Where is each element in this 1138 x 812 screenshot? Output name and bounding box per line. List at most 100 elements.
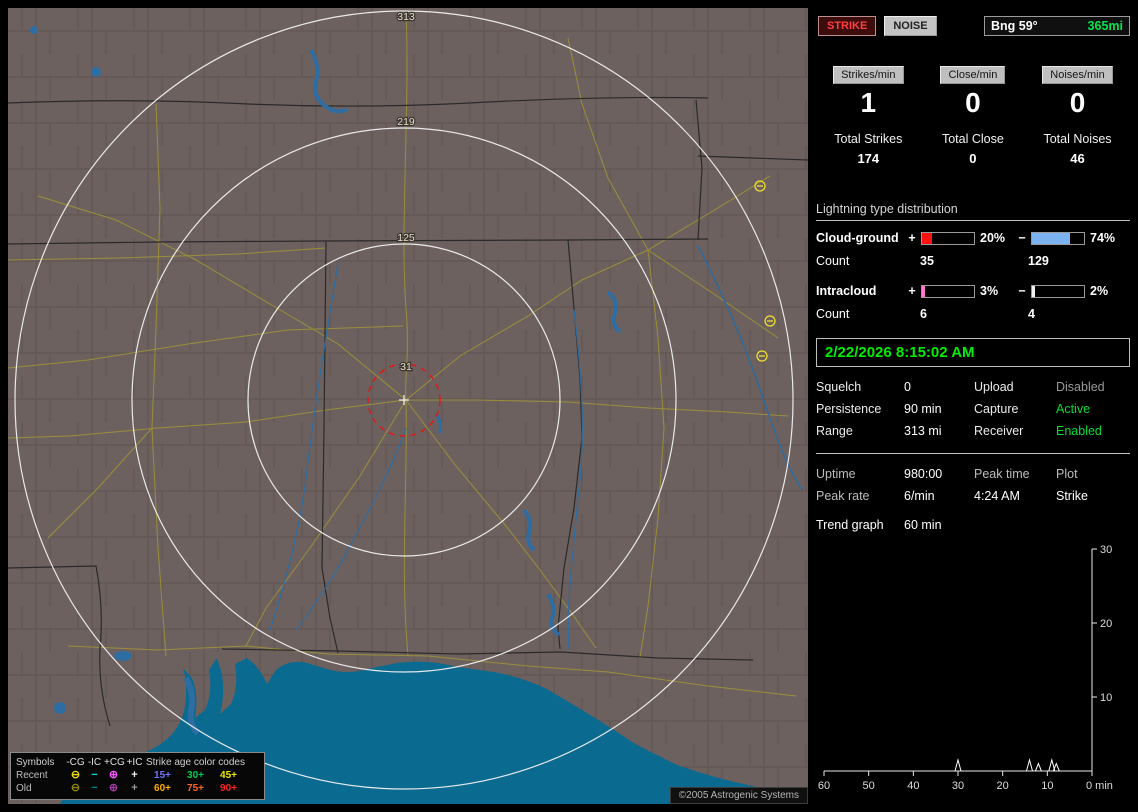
strikes-rate-column: Strikes/min 1 Total Strikes 174 [816,66,921,166]
ic-negative-bar [1031,284,1085,298]
receiver-status: Enabled [1056,424,1102,438]
neg-cg-recent-icon: ⊖ [70,769,81,781]
age-75: 75+ [187,783,204,794]
persistence-value: 90 min [904,402,942,416]
bearing-range: 365mi [1087,19,1123,33]
strikes-per-min-button[interactable]: Strikes/min [833,66,904,84]
pos-cg-recent-icon: ⊕ [108,769,119,781]
ring-label-125: 125 [397,232,415,244]
close-per-min-value: 0 [965,87,981,118]
svg-text:30: 30 [952,780,964,792]
cg-negative-count: 129 [1028,254,1049,268]
cloud-ground-label: Cloud-ground [816,231,899,245]
noises-rate-column: Noises/min 0 Total Noises 46 [1025,66,1130,166]
section-divider [816,453,1130,454]
range-label: Range [816,424,853,438]
svg-text:20: 20 [997,780,1009,792]
cg-negative-pct: 74% [1090,231,1116,245]
legend-col-ncg: -CG [66,757,85,768]
minus-sign: − [1018,284,1026,298]
radar-map[interactable]: 313 219 125 31 [8,8,808,804]
cg-count-row: Count 35 129 [816,254,1130,268]
peak-rate-value: 6/min [904,489,935,503]
uptime-grid: Uptime 980:00 Peak time Plot Peak rate 6… [816,467,1130,503]
age-30: 30+ [187,770,204,781]
copyright-text: ©2005 Astrogenic Systems [669,787,808,804]
minus-sign: − [1018,231,1026,245]
ic-negative-count: 4 [1028,307,1035,321]
neg-cg-old-icon: ⊖ [70,782,81,794]
svg-text:20: 20 [1100,618,1112,630]
svg-text:10: 10 [1041,780,1053,792]
cg-positive-bar-fill [922,232,933,244]
peak-time-value: 4:24 AM [974,489,1020,503]
symbols-legend: Symbols -CG -IC +CG +IC Strike age color… [10,752,265,800]
squelch-label: Squelch [816,380,862,394]
svg-text:10: 10 [1100,692,1112,704]
age-45: 45+ [220,770,237,781]
mode-controls: STRIKE NOISE Bng 59° 365mi [816,16,1130,36]
bearing-display: Bng 59° 365mi [984,16,1130,36]
age-90: 90+ [220,783,237,794]
ring-label-219: 219 [397,116,415,128]
total-noises-value: 46 [1070,151,1085,166]
cg-positive-pct: 20% [980,231,1006,245]
ic-positive-pct: 3% [980,284,999,298]
legend-col-nic: -IC [87,757,102,768]
legend-row-old-label: Old [16,783,32,794]
noises-per-min-button[interactable]: Noises/min [1042,66,1113,84]
age-15: 15+ [154,770,171,781]
intracloud-label: Intracloud [816,284,877,298]
upload-status: Disabled [1056,380,1105,394]
control-panel: STRIKE NOISE Bng 59° 365mi Strikes/min 1… [816,8,1130,804]
noises-per-min-value: 0 [1069,87,1086,118]
lightning-distribution-section: Lightning type distribution Cloud-ground… [816,202,1130,321]
trend-graph-window: 60 min [904,518,942,532]
svg-text:0 min: 0 min [1086,780,1113,792]
close-per-min-button[interactable]: Close/min [940,66,1006,84]
svg-text:50: 50 [863,780,875,792]
receiver-label: Receiver [974,424,1024,438]
total-strikes-label: Total Strikes [834,132,903,146]
ring-label-31: 31 [400,361,412,373]
pos-cg-old-icon: ⊕ [108,782,119,794]
plot-value: Strike [1056,489,1088,503]
strike-mode-button[interactable]: STRIKE [818,16,877,36]
range-value: 313 mi [904,424,942,438]
neg-ic-recent-icon: − [91,769,98,781]
map-area[interactable]: 313 219 125 31 Symbols -CG -IC +CG +IC S… [8,8,808,804]
noise-mode-button[interactable]: NOISE [884,16,937,36]
legend-symbols-header: Symbols [16,757,55,768]
total-strikes-value: 174 [857,151,880,166]
ic-negative-pct: 2% [1090,284,1109,298]
cg-count-label: Count [816,254,850,268]
neg-ic-old-icon: − [91,782,98,794]
persistence-label: Persistence [816,402,882,416]
squelch-value: 0 [904,380,911,394]
ring-label-313: 313 [397,11,415,23]
total-close-label: Total Close [941,132,1004,146]
total-noises-label: Total Noises [1043,132,1112,146]
datetime-display: 2/22/2026 8:15:02 AM [816,338,1130,367]
uptime-value: 980:00 [904,467,943,481]
status-grid: Squelch 0 Upload Disabled Persistence 90… [816,380,1130,438]
svg-text:60: 60 [818,780,830,792]
cg-positive-bar [921,231,975,245]
legend-col-pcg: +CG [104,757,125,768]
ic-negative-bar-fill [1032,285,1035,297]
cg-negative-bar-fill [1032,232,1071,244]
intracloud-row: Intracloud + 3% − 2% [816,284,1130,298]
close-rate-column: Close/min 0 Total Close 0 [921,66,1026,166]
svg-text:40: 40 [907,780,919,792]
capture-label: Capture [974,402,1019,416]
upload-label: Upload [974,380,1014,394]
bearing-value: Bng 59° [991,19,1038,33]
peak-rate-label: Peak rate [816,489,870,503]
total-close-value: 0 [969,151,977,166]
ic-count-row: Count 6 4 [816,307,1130,321]
rates-section: Strikes/min 1 Total Strikes 174 Close/mi… [816,66,1130,166]
plot-label: Plot [1056,467,1078,481]
plus-sign: + [908,284,916,298]
ic-count-label: Count [816,307,850,321]
cg-negative-bar [1031,231,1085,245]
